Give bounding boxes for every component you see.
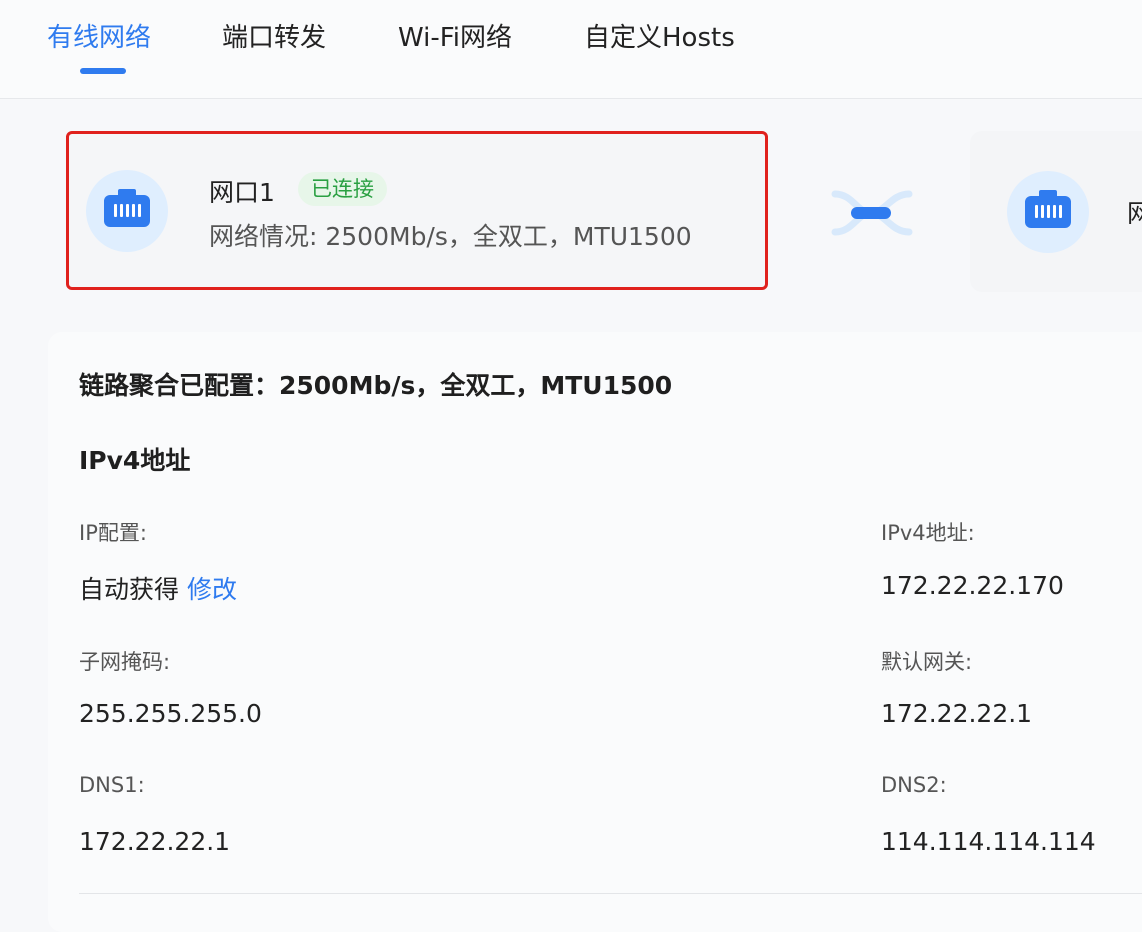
ipv4-address-label: IPv4地址: [881, 521, 975, 545]
tab-custom-hosts[interactable]: 自定义Hosts [584, 20, 735, 56]
tab-port-forwarding[interactable]: 端口转发 [222, 20, 326, 56]
ethernet-port-icon [1007, 171, 1089, 253]
divider [79, 893, 1142, 894]
dns1-label: DNS1: [79, 773, 145, 797]
dns1-value: 172.22.22.1 [79, 827, 231, 856]
port-card-2[interactable] [970, 131, 1142, 292]
link-aggregation-icon [831, 190, 913, 236]
subnet-mask-value: 255.255.255.0 [79, 699, 262, 728]
port-name: 网口1 [209, 178, 275, 207]
tab-bar: 有线网络 端口转发 Wi-Fi网络 自定义Hosts [0, 0, 1142, 99]
status-badge: 已连接 [298, 172, 387, 206]
ipv4-section-title: IPv4地址 [79, 446, 191, 475]
port-card-1[interactable]: 网口1 已连接 网络情况: 2500Mb/s，全双工，MTU1500 [66, 131, 768, 290]
port-2-name: 网 [1127, 199, 1142, 228]
ip-config-label: IP配置: [79, 521, 147, 545]
tab-wifi-network[interactable]: Wi-Fi网络 [398, 20, 512, 56]
dns2-label: DNS2: [881, 773, 947, 797]
default-gateway-label: 默认网关: [881, 650, 973, 674]
dns2-value: 114.114.114.114 [881, 827, 1096, 856]
ip-config-value: 自动获得 修改 [79, 570, 237, 606]
subnet-mask-label: 子网掩码: [79, 650, 171, 674]
edit-ip-config-link[interactable]: 修改 [187, 575, 237, 604]
link-aggregation-summary: 链路聚合已配置：2500Mb/s，全双工，MTU1500 [79, 371, 673, 400]
ipv4-address-value: 172.22.22.170 [881, 571, 1064, 600]
ethernet-port-icon [86, 170, 168, 252]
default-gateway-value: 172.22.22.1 [881, 699, 1033, 728]
tab-wired-network[interactable]: 有线网络 [47, 20, 151, 56]
ip-config-mode: 自动获得 [79, 575, 180, 604]
active-tab-indicator [80, 68, 126, 74]
port-status-text: 网络情况: 2500Mb/s，全双工，MTU1500 [209, 222, 692, 251]
